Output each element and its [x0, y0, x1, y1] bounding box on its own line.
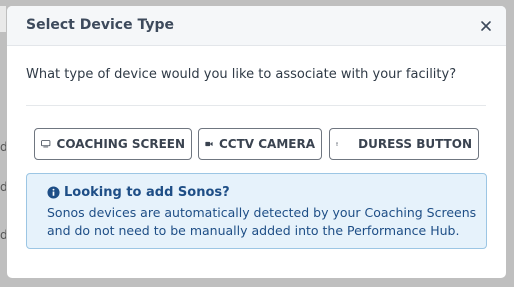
alert-title-row: Looking to add Sonos?	[47, 185, 230, 200]
duress-button-button[interactable]: DURESS BUTTON	[329, 128, 479, 160]
info-circle-icon	[47, 186, 60, 199]
alert-text-line: and do not need to be manually added int…	[47, 223, 460, 238]
coaching-screen-button[interactable]: COACHING SCREEN	[34, 128, 192, 160]
cctv-camera-label: CCTV CAMERA	[218, 137, 315, 151]
coaching-screen-label: COACHING SCREEN	[56, 137, 185, 151]
close-button[interactable]	[478, 18, 494, 34]
background-text-fragment: d	[0, 180, 6, 194]
divider	[26, 105, 486, 106]
background-text-fragment: d	[0, 140, 6, 154]
duress-button-icon	[336, 142, 339, 146]
background-row-strip	[0, 6, 6, 32]
modal-header: Select Device Type	[7, 6, 506, 46]
video-camera-icon	[205, 141, 213, 147]
device-question: What type of device would you like to as…	[26, 67, 457, 82]
alert-title: Looking to add Sonos?	[64, 185, 230, 200]
alert-text-line: Sonos devices are automatically detected…	[47, 205, 477, 220]
background-text-fragment: d	[0, 228, 6, 242]
sonos-info-alert: Looking to add Sonos? Sonos devices are …	[26, 173, 487, 249]
cctv-camera-button[interactable]: CCTV CAMERA	[198, 128, 322, 160]
modal-title: Select Device Type	[26, 17, 174, 33]
select-device-type-modal: Select Device Type What type of device w…	[7, 6, 506, 278]
duress-button-label: DURESS BUTTON	[358, 137, 472, 151]
monitor-icon	[41, 140, 51, 148]
close-icon	[481, 21, 491, 31]
